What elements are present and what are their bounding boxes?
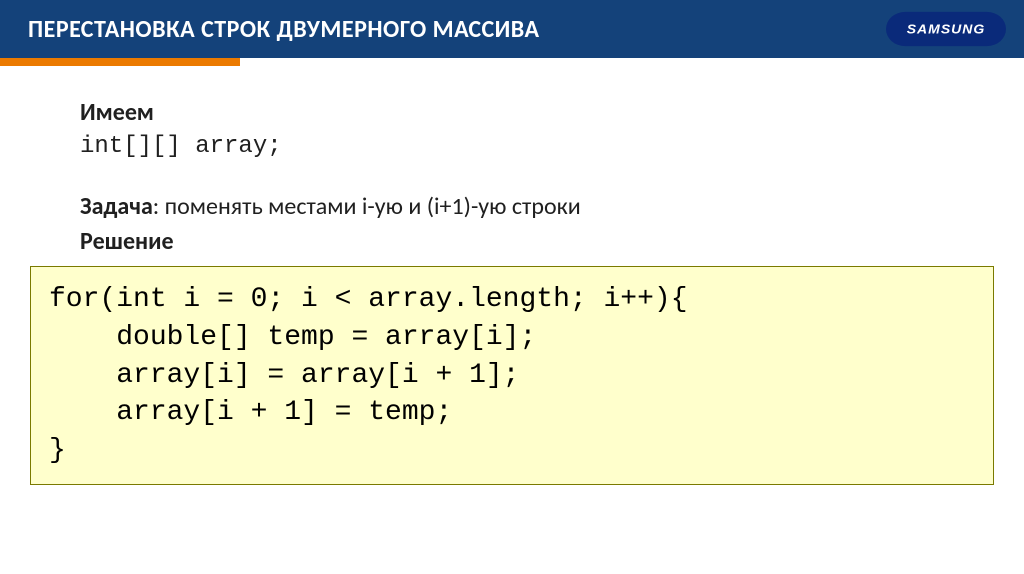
task-text: : поменять местами i-ую и (i+1)-ую строк…	[153, 192, 581, 221]
code-line-3: array[i] = array[i + 1];	[49, 360, 519, 391]
task-line: Задача: поменять местами i-ую и (i+1)-ую…	[80, 192, 944, 221]
code-line-1: for(int i = 0; i < array.length; i++){	[49, 284, 688, 315]
task-label: Задача	[80, 192, 153, 221]
label-have: Имеем	[80, 98, 944, 127]
title-bar: ПЕРЕСТАНОВКА СТРОК ДВУМЕРНОГО МАССИВА SA…	[0, 0, 1024, 58]
accent-bar	[0, 58, 240, 66]
code-block: for(int i = 0; i < array.length; i++){ d…	[30, 266, 994, 485]
code-line-4: array[i + 1] = temp;	[49, 397, 452, 428]
solution-label: Решение	[80, 227, 944, 256]
array-declaration: int[][] array;	[80, 133, 944, 160]
samsung-logo: SAMSUNG	[886, 12, 1006, 46]
logo-text: SAMSUNG	[907, 22, 986, 36]
code-line-2: double[] temp = array[i];	[49, 322, 536, 353]
slide-content: Имеем int[][] array; Задача: поменять ме…	[0, 58, 1024, 256]
slide-title: ПЕРЕСТАНОВКА СТРОК ДВУМЕРНОГО МАССИВА	[28, 15, 540, 44]
code-line-5: }	[49, 435, 66, 466]
